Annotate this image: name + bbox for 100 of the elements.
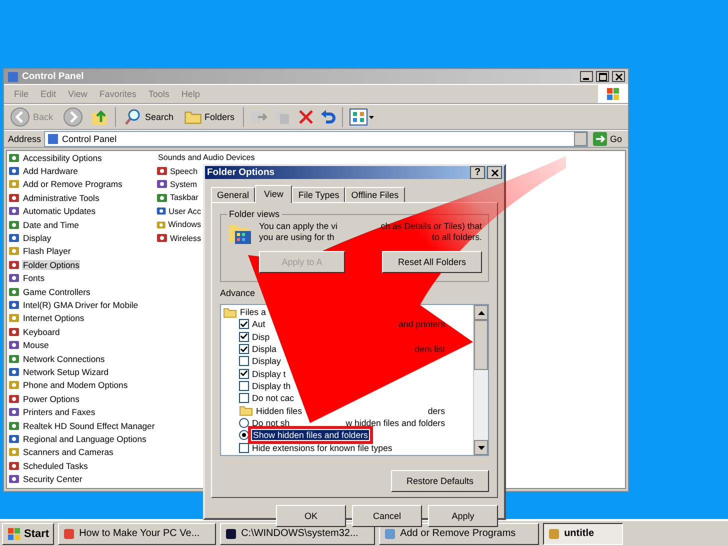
app-icon — [548, 528, 560, 540]
option-label: ders list — [414, 344, 445, 354]
folder-up-icon[interactable] — [91, 108, 110, 126]
applet-icon — [156, 165, 168, 178]
checkbox[interactable] — [239, 442, 249, 453]
checkbox[interactable] — [239, 344, 249, 354]
control-panel-item[interactable]: Realtek HD Sound Effect Manager — [22, 420, 156, 430]
control-panel-item[interactable]: Intel(R) GMA Driver for Mobile — [22, 300, 140, 310]
undo-icon[interactable] — [320, 109, 336, 125]
control-panel-item[interactable]: Automatic Updates — [22, 206, 97, 216]
flag-logo-icon — [606, 87, 620, 101]
address-field[interactable]: Control Panel — [44, 131, 588, 147]
control-panel-item[interactable]: Phone and Modem Options — [22, 380, 129, 390]
option-label: ders — [428, 406, 445, 416]
control-panel-item[interactable]: Mouse — [22, 340, 50, 350]
checkbox[interactable] — [239, 393, 249, 404]
control-panel-icon — [7, 70, 19, 82]
control-panel-item[interactable]: Add Hardware — [22, 166, 79, 176]
tab[interactable]: File Types — [292, 187, 346, 202]
applet-icon — [156, 232, 168, 244]
advanced-label: Advance — [220, 288, 256, 298]
start-button[interactable]: Start — [2, 522, 54, 544]
close-icon[interactable] — [612, 71, 625, 82]
arrow-left-icon — [10, 107, 30, 127]
checkbox[interactable] — [239, 368, 249, 379]
control-panel-item[interactable]: Folder Options — [22, 260, 80, 270]
control-panel-item[interactable]: Taskbar — [169, 193, 200, 202]
option-label: Do not sh — [252, 418, 290, 428]
option-label: Aut — [252, 319, 266, 330]
app-icon — [384, 528, 396, 540]
control-panel-item[interactable]: Accessibility Options — [22, 152, 103, 163]
option-label: and printers — [398, 319, 445, 330]
views-icon[interactable] — [348, 108, 375, 126]
arrow-down-icon[interactable] — [478, 446, 484, 450]
control-panel-item[interactable]: User Acc — [168, 206, 202, 216]
control-panel-item[interactable]: System — [169, 180, 198, 189]
control-panel-item[interactable]: Wireless — [168, 234, 202, 243]
taskbar-button[interactable]: How to Make Your PC Ve... — [58, 522, 216, 544]
control-panel-item[interactable]: Fonts — [22, 273, 46, 284]
close-button[interactable] — [487, 166, 502, 179]
folders-button[interactable]: Folders — [182, 110, 237, 124]
option-label: Display — [252, 356, 281, 366]
control-panel-item[interactable]: Regional and Language Options — [22, 434, 148, 444]
radio-button[interactable] — [239, 418, 249, 428]
control-panel-item[interactable]: Flash Player — [22, 246, 72, 256]
checkbox[interactable] — [239, 332, 249, 342]
control-panel-item[interactable]: Network Connections — [22, 354, 106, 364]
applet-icon — [156, 205, 167, 218]
restore-defaults-button[interactable]: Restore Defaults — [391, 470, 489, 492]
control-panel-item[interactable]: Security Center — [22, 474, 84, 484]
search-icon — [124, 108, 142, 126]
arrow-up-icon[interactable] — [478, 310, 484, 314]
option-label: Files a — [240, 307, 266, 318]
scrollbar[interactable] — [473, 305, 488, 455]
dialog-button[interactable]: Cancel — [352, 505, 422, 527]
option-label: Display th — [252, 381, 291, 392]
go-button[interactable]: Go — [590, 132, 628, 146]
minimize-icon[interactable] — [580, 71, 593, 82]
applet-icon — [156, 192, 168, 204]
control-panel-item[interactable]: Scheduled Tasks — [22, 460, 89, 471]
control-panel-icon — [47, 133, 60, 145]
control-panel-item[interactable]: Keyboard — [22, 326, 61, 337]
radio-button[interactable] — [239, 430, 249, 440]
control-panel-item[interactable]: Administrative Tools — [22, 192, 100, 203]
folder-icon — [223, 306, 237, 318]
tab[interactable]: View — [255, 185, 292, 203]
close-icon — [490, 168, 498, 176]
control-panel-item[interactable]: Speech — [169, 166, 198, 176]
control-panel-item[interactable]: Display — [22, 233, 52, 244]
folder-views-button[interactable]: Reset All Folders — [382, 251, 482, 273]
checkbox[interactable] — [239, 381, 249, 392]
control-panel-item[interactable]: Date and Time — [22, 220, 80, 230]
option-label: Hide extensions for known file types — [252, 442, 392, 453]
checkbox[interactable] — [239, 319, 249, 330]
control-panel-item[interactable]: Printers and Faxes — [22, 407, 96, 418]
control-panel-item[interactable]: Add or Remove Programs — [22, 179, 124, 190]
help-button[interactable]: ? — [470, 166, 485, 179]
control-panel-item[interactable]: Scanners and Cameras — [22, 447, 114, 458]
control-panel-item[interactable]: Windows — [167, 220, 202, 230]
arrow-right-icon — [63, 107, 84, 127]
search-button[interactable]: Search — [122, 108, 176, 126]
group-label: Folder views — [228, 209, 281, 219]
dialog-button[interactable]: Apply — [428, 505, 498, 527]
control-panel-item[interactable]: Sounds and Audio Devices — [157, 153, 256, 162]
option-label: Disp — [252, 332, 270, 342]
applet-icon — [156, 218, 166, 231]
folder-icon — [239, 405, 253, 416]
delete-icon[interactable] — [298, 109, 314, 125]
dialog-button[interactable]: OK — [276, 505, 346, 527]
forward-button[interactable] — [61, 107, 86, 127]
tab[interactable]: Offline Files — [345, 187, 405, 202]
maximize-icon[interactable] — [596, 71, 609, 82]
control-panel-item[interactable]: Game Controllers — [22, 286, 92, 297]
tab[interactable]: General — [211, 187, 256, 202]
taskbar-button[interactable]: untitle — [543, 522, 624, 544]
control-panel-item[interactable]: Internet Options — [22, 313, 86, 324]
checkbox[interactable] — [239, 356, 249, 366]
option-label: Hidden files — [256, 406, 302, 416]
control-panel-item[interactable]: Network Setup Wizard — [22, 366, 110, 377]
control-panel-item[interactable]: Power Options — [22, 394, 80, 404]
